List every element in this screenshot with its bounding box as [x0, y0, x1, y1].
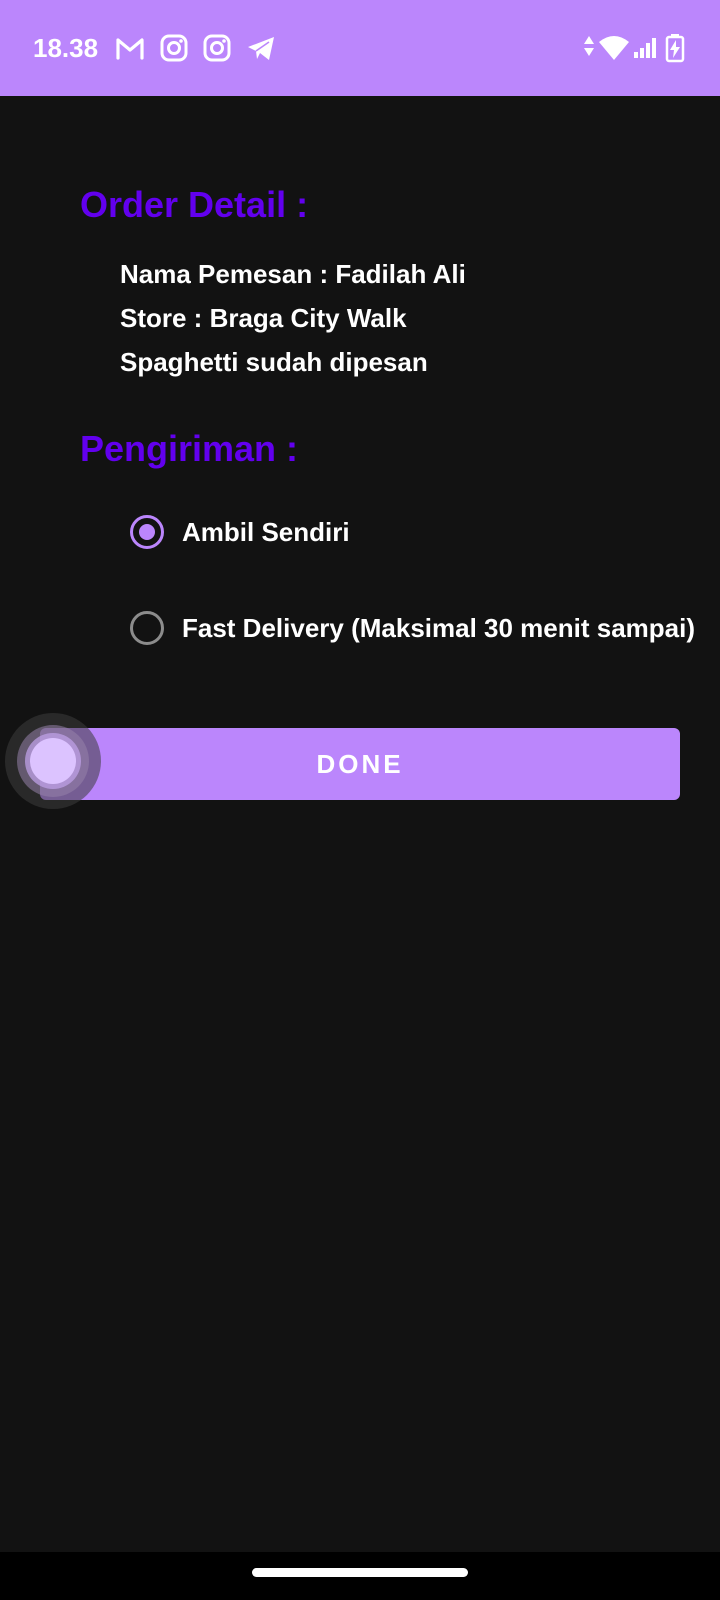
order-detail-heading: Order Detail :	[80, 184, 309, 225]
signal-icon	[633, 32, 657, 64]
radio-label: Ambil Sendiri	[182, 516, 350, 547]
wifi-icon	[598, 32, 630, 64]
order-status-text: Spaghetti sudah dipesan	[120, 347, 428, 377]
status-bar: 18.38	[0, 0, 720, 96]
instagram-icon	[158, 32, 190, 64]
battery-charging-icon	[664, 32, 686, 64]
home-gesture-handle[interactable]	[252, 1568, 468, 1577]
radio-button-unchecked[interactable]	[130, 611, 164, 645]
instagram-icon	[201, 32, 233, 64]
radio-option-fast-delivery[interactable]: Fast Delivery (Maksimal 30 menit sampai)	[130, 606, 695, 650]
done-button[interactable]: DONE	[40, 728, 680, 800]
store-text: Store : Braga City Walk	[120, 303, 407, 333]
radio-option-ambil-sendiri[interactable]: Ambil Sendiri	[130, 510, 350, 554]
customer-name-text: Nama Pemesan : Fadilah Ali	[120, 259, 466, 289]
telegram-icon	[245, 32, 277, 64]
gmail-icon	[114, 32, 146, 64]
data-arrows-icon	[582, 32, 596, 64]
radio-label: Fast Delivery (Maksimal 30 menit sampai)	[182, 612, 696, 643]
delivery-heading: Pengiriman :	[80, 428, 299, 469]
status-time: 18.38	[33, 33, 99, 63]
radio-button-checked[interactable]	[130, 515, 164, 549]
